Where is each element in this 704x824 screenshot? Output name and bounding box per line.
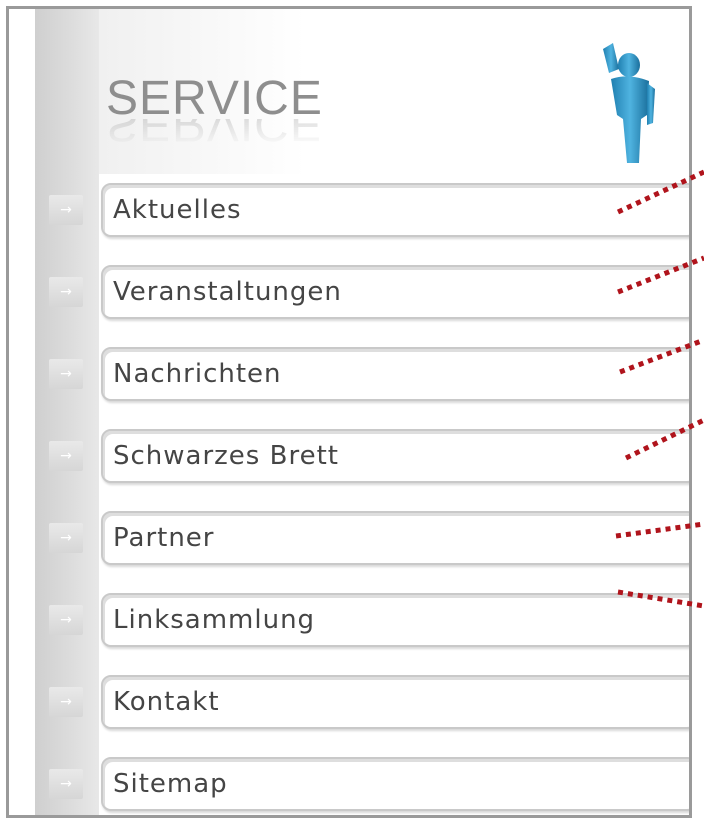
panel-title: SERVICE [106,72,323,125]
service-panel: SERVICE SERVICE → Aktuelles → Veranstalt… [6,6,692,818]
menu-item-veranstaltungen[interactable]: → Veranstaltungen [49,259,689,325]
panel-title-group: SERVICE SERVICE [106,72,323,148]
menu-item-label[interactable]: Partner [113,523,215,553]
menu-item-partner[interactable]: → Partner [49,505,689,571]
menu-item-label[interactable]: Sitemap [113,769,228,799]
arrow-right-icon: → [49,441,83,471]
arrow-right-icon: → [49,769,83,799]
menu-item-label[interactable]: Kontakt [113,687,220,717]
menu-item-label[interactable]: Linksammlung [113,605,315,635]
arrow-right-icon: → [49,195,83,225]
menu-item-label[interactable]: Schwarzes Brett [113,441,339,471]
menu-item-label[interactable]: Aktuelles [113,195,242,225]
menu-item-sitemap[interactable]: → Sitemap [49,751,689,815]
menu-item-aktuelles[interactable]: → Aktuelles [49,177,689,243]
menu-item-schwarzes-brett[interactable]: → Schwarzes Brett [49,423,689,489]
person-icon [603,43,655,163]
menu-item-label[interactable]: Nachrichten [113,359,282,389]
menu-item-label[interactable]: Veranstaltungen [113,277,342,307]
panel-title-reflection: SERVICE [106,119,323,147]
menu-item-kontakt[interactable]: → Kontakt [49,669,689,735]
arrow-right-icon: → [49,523,83,553]
arrow-right-icon: → [49,687,83,717]
arrow-right-icon: → [49,605,83,635]
arrow-right-icon: → [49,277,83,307]
arrow-right-icon: → [49,359,83,389]
menu-item-linksammlung[interactable]: → Linksammlung [49,587,689,653]
menu-item-nachrichten[interactable]: → Nachrichten [49,341,689,407]
